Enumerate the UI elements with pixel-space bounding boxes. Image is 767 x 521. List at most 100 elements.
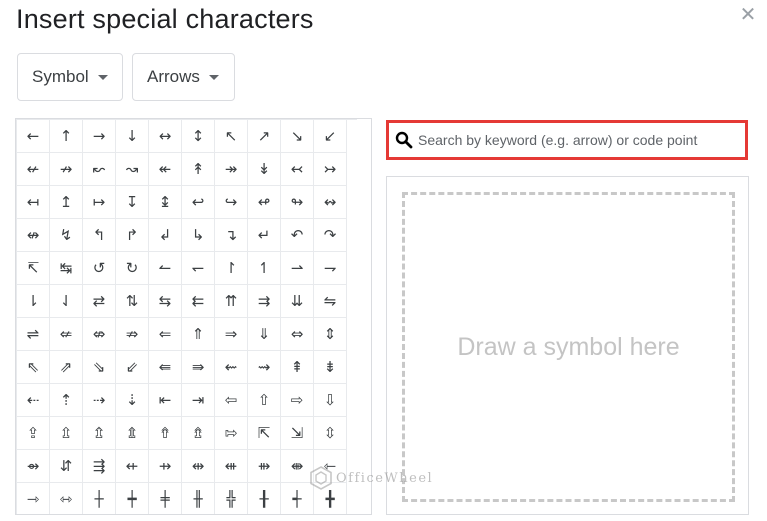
subcategory-dropdown[interactable]: Arrows	[132, 53, 235, 101]
symbol-cell[interactable]: ↸	[17, 252, 50, 285]
symbol-cell[interactable]: ⇾	[17, 483, 50, 514]
symbol-cell[interactable]: ⇮	[149, 417, 182, 450]
symbol-cell[interactable]: ↔	[149, 120, 182, 153]
symbol-cell[interactable]: ╬	[215, 483, 248, 514]
symbol-cell[interactable]: ⇈	[215, 285, 248, 318]
symbol-cell[interactable]: ↙	[314, 120, 347, 153]
symbol-cell[interactable]: ⇋	[314, 285, 347, 318]
symbol-cell[interactable]: ↫	[248, 186, 281, 219]
symbol-cell[interactable]: ⇠	[17, 384, 50, 417]
symbol-cell[interactable]: ⇪	[17, 417, 50, 450]
symbol-cell[interactable]: ↝	[116, 153, 149, 186]
symbol-cell[interactable]: ↖	[215, 120, 248, 153]
symbol-cell[interactable]: ┿	[116, 483, 149, 514]
symbol-cell[interactable]: ↕	[182, 120, 215, 153]
symbol-cell[interactable]: ←	[17, 120, 50, 153]
symbol-cell[interactable]: ⇹	[182, 450, 215, 483]
symbol-cell[interactable]: ↺	[83, 252, 116, 285]
symbol-cell[interactable]: ↼	[149, 252, 182, 285]
symbol-cell[interactable]: ⇻	[248, 450, 281, 483]
symbol-cell[interactable]: ⇜	[215, 351, 248, 384]
symbol-cell[interactable]: ⇉	[248, 285, 281, 318]
symbol-cell[interactable]: ⇸	[149, 450, 182, 483]
search-input[interactable]	[418, 132, 745, 148]
symbol-cell[interactable]: ↹	[50, 252, 83, 285]
symbol-cell[interactable]: ⇃	[50, 285, 83, 318]
symbol-cell[interactable]: ⇟	[314, 351, 347, 384]
symbol-cell[interactable]: ⇒	[215, 318, 248, 351]
symbol-cell[interactable]: ⇌	[17, 318, 50, 351]
symbol-cell[interactable]: ⇂	[17, 285, 50, 318]
draw-area[interactable]: Draw a symbol here	[402, 192, 735, 502]
symbol-cell[interactable]: ⇳	[314, 417, 347, 450]
symbol-cell[interactable]: ↳	[182, 219, 215, 252]
symbol-cell[interactable]: ↽	[182, 252, 215, 285]
symbol-cell[interactable]: ⇛	[182, 351, 215, 384]
symbol-cell[interactable]: ⇡	[50, 384, 83, 417]
symbol-cell[interactable]: ╋	[314, 483, 347, 514]
close-icon[interactable]: ✕	[737, 4, 759, 26]
symbol-cell[interactable]: ↧	[116, 186, 149, 219]
symbol-cell[interactable]: ⇲	[281, 417, 314, 450]
symbol-cell[interactable]: ↬	[281, 186, 314, 219]
symbol-cell[interactable]: ⇑	[182, 318, 215, 351]
symbol-cell[interactable]: ↞	[149, 153, 182, 186]
symbol-cell[interactable]: ╪	[149, 483, 182, 514]
symbol-cell[interactable]: ↴	[215, 219, 248, 252]
symbol-cell[interactable]: ⇬	[83, 417, 116, 450]
symbol-cell[interactable]: ↯	[50, 219, 83, 252]
symbol-cell[interactable]: ⇷	[116, 450, 149, 483]
symbol-cell[interactable]: ⇤	[149, 384, 182, 417]
symbol-cell[interactable]: ↶	[281, 219, 314, 252]
symbol-cell[interactable]: ⇵	[50, 450, 83, 483]
symbol-cell[interactable]: ⇊	[281, 285, 314, 318]
symbol-cell[interactable]: ↢	[281, 153, 314, 186]
symbol-cell[interactable]: ↭	[314, 186, 347, 219]
symbol-cell[interactable]: ⇫	[50, 417, 83, 450]
symbol-cell[interactable]: →	[83, 120, 116, 153]
symbol-cell[interactable]: ⇀	[281, 252, 314, 285]
symbol-cell[interactable]: ⇄	[83, 285, 116, 318]
symbol-cell[interactable]: ↦	[83, 186, 116, 219]
symbol-cell[interactable]: ⇰	[215, 417, 248, 450]
symbol-cell[interactable]: ⇢	[83, 384, 116, 417]
symbol-cell[interactable]: ⇇	[182, 285, 215, 318]
symbol-cell[interactable]: ┽	[281, 483, 314, 514]
symbol-cell[interactable]: ⇚	[149, 351, 182, 384]
symbol-cell[interactable]: ┼	[83, 483, 116, 514]
symbol-cell[interactable]: ↲	[149, 219, 182, 252]
symbol-cell[interactable]: ⇿	[50, 483, 83, 514]
symbol-cell[interactable]: ↠	[215, 153, 248, 186]
symbol-cell[interactable]: ⇎	[83, 318, 116, 351]
symbol-cell[interactable]: ↟	[182, 153, 215, 186]
symbol-cell[interactable]: ⇦	[215, 384, 248, 417]
symbol-cell[interactable]: ↻	[116, 252, 149, 285]
symbol-cell[interactable]: ⇼	[281, 450, 314, 483]
symbol-cell[interactable]: ↱	[116, 219, 149, 252]
symbol-cell[interactable]: ↿	[248, 252, 281, 285]
symbol-cell[interactable]: ↘	[281, 120, 314, 153]
symbol-cell[interactable]: ⇝	[248, 351, 281, 384]
symbol-cell[interactable]: ↣	[314, 153, 347, 186]
symbol-cell[interactable]: ↨	[149, 186, 182, 219]
symbol-cell[interactable]: ↷	[314, 219, 347, 252]
symbol-cell[interactable]: ⇱	[248, 417, 281, 450]
symbol-cell[interactable]: ↜	[83, 153, 116, 186]
symbol-cell[interactable]: ╫	[182, 483, 215, 514]
symbol-cell[interactable]: ⇖	[17, 351, 50, 384]
symbol-cell[interactable]: ╂	[248, 483, 281, 514]
symbol-cell[interactable]: ↰	[83, 219, 116, 252]
grid-scrollbar[interactable]	[371, 123, 372, 235]
symbol-cell[interactable]: ⇴	[17, 450, 50, 483]
symbol-cell[interactable]: ⇙	[116, 351, 149, 384]
symbol-cell[interactable]: ⇔	[281, 318, 314, 351]
symbol-cell[interactable]: ⇍	[50, 318, 83, 351]
symbol-cell[interactable]: ↛	[50, 153, 83, 186]
symbol-cell[interactable]: ⇺	[215, 450, 248, 483]
category-dropdown[interactable]: Symbol	[17, 53, 123, 101]
symbol-cell[interactable]: ⇁	[314, 252, 347, 285]
symbol-cell[interactable]: ⇆	[149, 285, 182, 318]
symbol-cell[interactable]: ⇽	[314, 450, 347, 483]
symbol-cell[interactable]: ⇥	[182, 384, 215, 417]
symbol-cell[interactable]: ⇭	[116, 417, 149, 450]
